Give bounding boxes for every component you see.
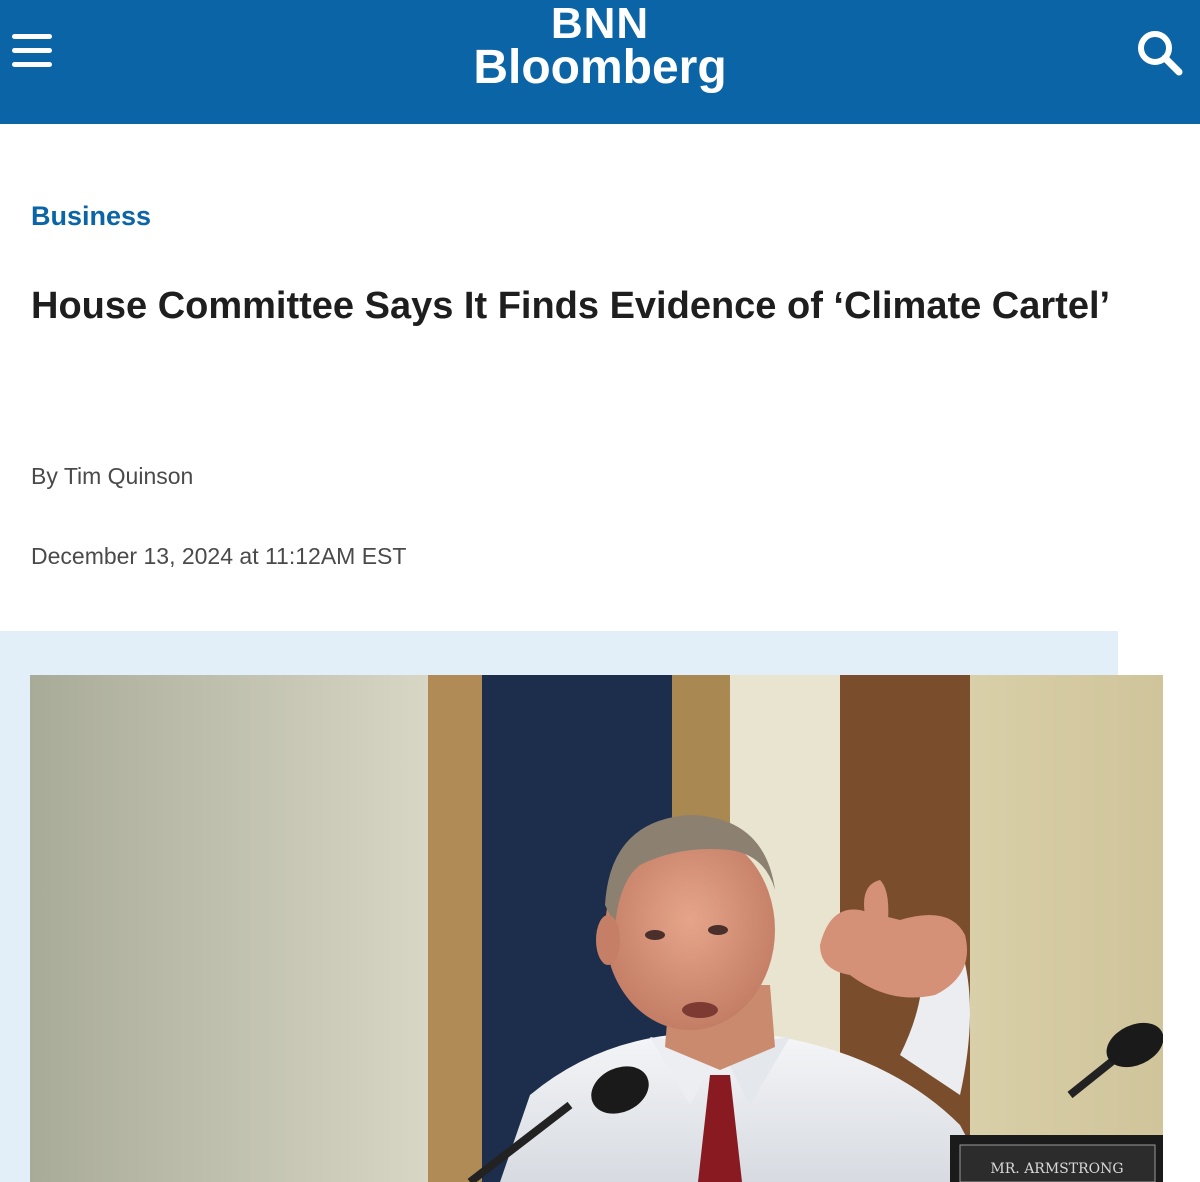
article-date: December 13, 2024 at 11:12AM EST <box>31 543 407 569</box>
site-header: BNN Bloomberg <box>0 0 1200 124</box>
menu-bar-3 <box>12 62 52 67</box>
nameplate-text: MR. ARMSTRONG <box>990 1161 1123 1177</box>
search-icon[interactable] <box>1135 28 1185 78</box>
bnn-bloomberg-logo[interactable]: BNN Bloomberg <box>440 0 760 124</box>
logo-line-bloomberg: Bloomberg <box>473 41 727 94</box>
menu-bar-1 <box>12 34 52 39</box>
hamburger-menu-icon[interactable] <box>12 30 54 72</box>
category-link[interactable]: Business <box>31 198 151 234</box>
menu-bar-2 <box>12 48 52 53</box>
article-byline: By Tim Quinson <box>31 463 194 489</box>
article-hero-image: MR. ARMSTRONG <box>30 675 1163 1182</box>
article-headline: House Committee Says It Finds Evidence o… <box>31 285 1111 327</box>
